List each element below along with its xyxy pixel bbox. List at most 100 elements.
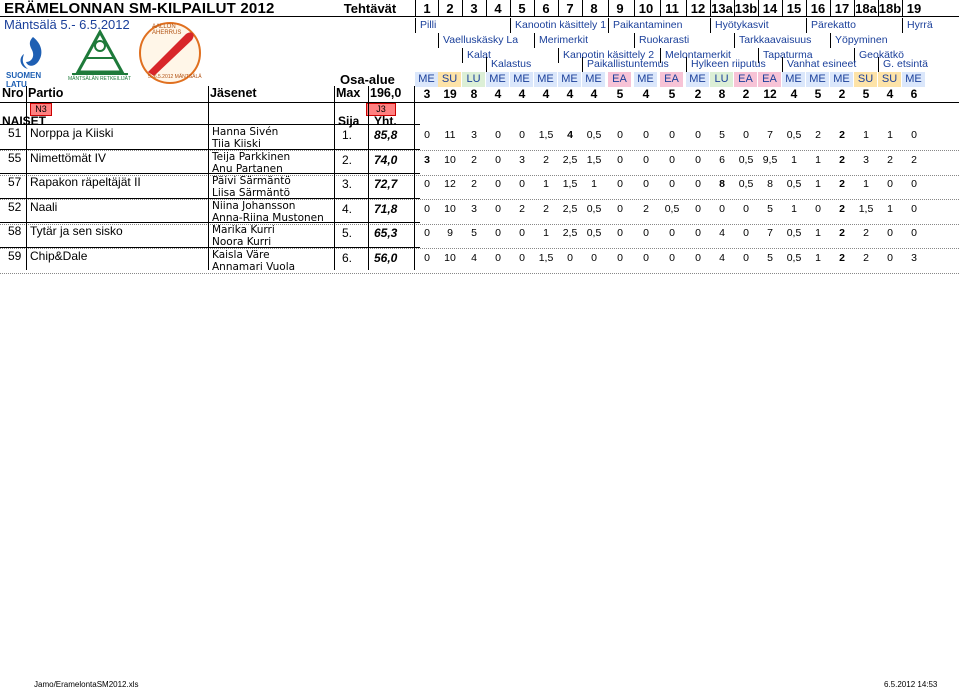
category-me: ME [486,72,509,87]
task-name: Paikallistuntemus [582,57,686,72]
score-cell: 2,5 [562,153,578,166]
category-me: ME [782,72,805,87]
score-cell: 3 [519,153,525,166]
score-cell: 3 [424,153,430,166]
task-number-divider [534,0,535,17]
task-name: Kalastus [486,57,582,72]
task-number-divider [902,0,903,17]
task-name: G. etsintä [878,57,959,72]
score-cell: 0 [695,202,701,215]
score-cell: 1,5 [586,153,602,166]
max-value: 19 [443,87,457,101]
task-number-divider [830,0,831,17]
col-yht: Yht. [374,114,397,128]
score-cell: 0 [424,178,430,190]
score-cell: 0 [695,153,701,166]
score-cell: 0 [617,251,623,264]
task-number-divider [806,0,807,17]
category-lu: LU [710,72,733,87]
task-number-divider [710,0,711,17]
task-number-19: 19 [906,1,922,16]
task-name: Pärekatto [806,18,902,33]
max-value: 8 [718,87,726,101]
score-cell: 0 [669,178,675,190]
score-cell: 1 [791,202,797,215]
osa-alue-label: Osa-alue [340,72,395,87]
score-cell: 0 [815,202,821,215]
score-cell: 2 [839,227,845,239]
task-number-divider [758,0,759,17]
score-cell: 0 [695,227,701,239]
score-cell: 0 [743,202,749,215]
col-nro: Nro [2,86,24,100]
task-number-divider [782,0,783,17]
category-me: ME [686,72,709,87]
max-value: 6 [910,87,918,101]
task-name: Tarkkaavaisuus [734,33,830,48]
score-cell: 1 [887,129,893,141]
category-me: ME [634,72,657,87]
mantsalan-retkeilijat-logo: MÄNTSÄLÄN RETKEILIJÄT [68,28,132,86]
row-top-line [0,148,420,150]
score-cell: 0 [643,227,649,239]
score-cell: 0 [743,129,749,141]
score-cell: 0,5 [786,129,802,141]
score-cell: 0,5 [664,202,680,215]
score-cell: 0 [495,202,501,215]
row-divider [0,272,959,274]
score-cell: 1,5 [858,202,874,215]
max-value: 5 [616,87,624,101]
team-name: Norppa ja Kiiski [30,126,114,140]
team-name: Nimettömät IV [30,150,107,165]
score-cell: 2 [643,202,649,215]
score-cell: 0 [643,153,649,166]
task-number-14: 14 [762,1,778,16]
task-name: Hyrrä [902,18,959,33]
score-cell: 5 [767,251,773,264]
score-cell: 10 [444,202,456,215]
row-divider [0,150,959,151]
task-number-15: 15 [786,1,802,16]
task-number-divider [415,0,416,17]
score-cell: 0,5 [786,227,802,239]
team-name: Naali [30,199,58,214]
score-cell: 2 [471,153,477,166]
score-cell: 0 [424,251,430,264]
score-cell: 0 [495,227,501,239]
score-cell: 0 [911,129,917,141]
score-cell: 9,5 [762,153,778,166]
score-cell: 1 [543,178,549,190]
category-ea: EA [660,72,683,87]
max-value: 4 [642,87,650,101]
task-name: Paikantaminen [608,18,710,33]
team-name: Chip&Dale [30,248,88,263]
member-name: Annamari Vuola [212,260,296,273]
task-number-divider [462,0,463,17]
member-name: Hanna Sivén [212,126,279,138]
footer-timestamp: 6.5.2012 14:53 [884,680,938,689]
score-cell: 0,5 [586,129,602,141]
total-score: 65,3 [374,226,398,240]
team-number: 59 [8,248,22,263]
score-cell: 0 [643,178,649,190]
total-score: 71,8 [374,201,398,216]
tehtavat-label: Tehtävät [343,1,397,16]
task-number-12: 12 [690,1,706,16]
score-cell: 0 [911,227,917,239]
score-cell: 4 [719,251,725,264]
score-cell: 0,5 [786,178,802,190]
task-number-9: 9 [616,1,624,16]
task-number-17: 17 [834,1,850,16]
score-cell: 0 [643,251,649,264]
team-number: 55 [8,150,22,165]
team-number: 51 [8,126,22,140]
score-cell: 2 [863,227,869,239]
score-cell: 0 [591,251,597,264]
row-top-line [0,197,420,199]
aallon-date-text: 5.-6.5.2012 MÄNTSÄLÄ [148,74,202,80]
task-number-16: 16 [810,1,826,16]
score-cell: 0 [424,202,430,215]
score-cell: 4 [719,227,725,239]
max-value: 4 [790,87,798,101]
score-cell: 1 [815,251,821,264]
